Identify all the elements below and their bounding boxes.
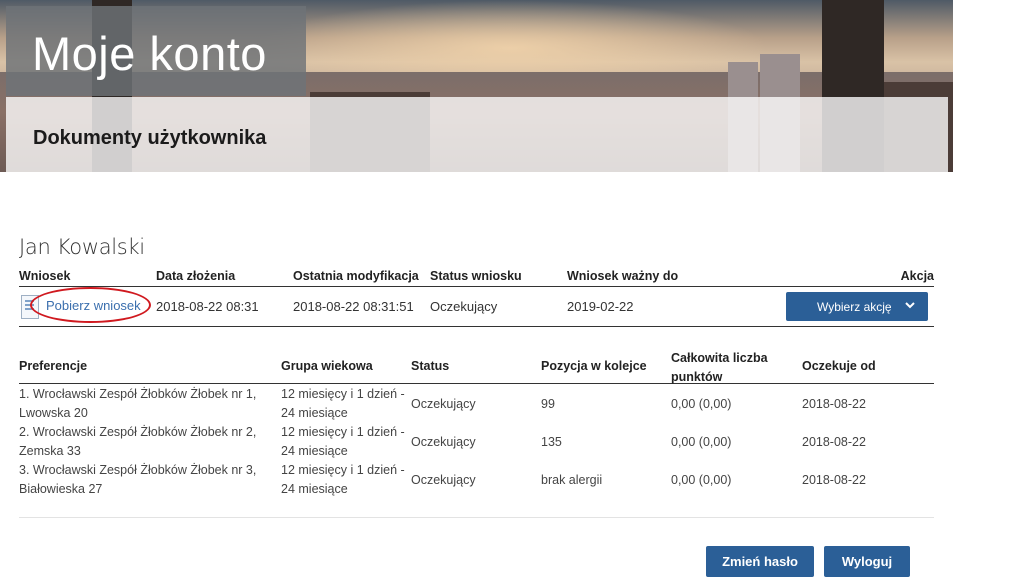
col-header-status: Status wniosku (430, 269, 522, 283)
banner-sky (250, 0, 770, 80)
age-group: 24 miesiące (281, 406, 348, 420)
table-row: 2. Wrocławski Zespół Żłobków Żłobek nr 2… (19, 423, 934, 461)
total-points: 0,00 (0,00) (671, 473, 732, 487)
queue-position: 99 (541, 397, 555, 411)
preference-status: Oczekujący (411, 435, 476, 449)
age-group: 24 miesiące (281, 482, 348, 496)
age-group: 12 miesięcy i 1 dzień - (281, 463, 405, 477)
page-title: Moje konto (32, 27, 267, 80)
col-header-modified: Ostatnia modyfikacja (293, 269, 419, 283)
submitted-date: 2018-08-22 08:31 (156, 299, 259, 314)
queue-position: 135 (541, 435, 562, 449)
col-header-status: Status (411, 359, 450, 373)
queue-position: brak alergii (541, 473, 603, 487)
col-header-valid-until: Wniosek ważny do (567, 269, 679, 283)
valid-until-date: 2019-02-22 (567, 299, 634, 314)
preference-name: 2. Wrocławski Zespół Żłobków Żłobek nr 2… (19, 425, 257, 439)
waiting-since: 2018-08-22 (802, 435, 866, 449)
chevron-down-icon (905, 302, 915, 309)
choose-action-button[interactable]: Wybierz akcję (786, 292, 928, 321)
age-group: 24 miesiące (281, 444, 348, 458)
preference-name: 3. Wrocławski Zespół Żłobków Żłobek nr 3… (19, 463, 257, 477)
waiting-since: 2018-08-22 (802, 473, 866, 487)
age-group: 12 miesięcy i 1 dzień - (281, 425, 405, 439)
table-row: 3. Wrocławski Zespół Żłobków Żłobek nr 3… (19, 461, 934, 499)
preference-address: Białowieska 27 (19, 482, 103, 496)
page-subtitle: Dokumenty użytkownika (33, 127, 267, 149)
preference-status: Oczekujący (411, 397, 476, 411)
modified-date: 2018-08-22 08:31:51 (293, 299, 414, 314)
logout-button[interactable]: Wyloguj (824, 546, 910, 577)
divider (19, 517, 934, 518)
col-header-application: Wniosek (19, 269, 71, 283)
table-row: Pobierz wniosek 2018-08-22 08:31 2018-08… (19, 287, 934, 327)
page-title-box: Moje konto (6, 6, 306, 96)
table-row: 1. Wrocławski Zespół Żłobków Żłobek nr 1… (19, 385, 934, 423)
col-header-action: Akcja (900, 269, 934, 283)
preferences-table-header: Preferencje Grupa wiekowa Status Pozycja… (19, 346, 934, 384)
col-header-submitted: Data złożenia (156, 269, 236, 283)
choose-action-label: Wybierz akcję (817, 300, 892, 314)
highlight-annotation (30, 287, 151, 323)
total-points: 0,00 (0,00) (671, 435, 732, 449)
col-header-total-points: Całkowita liczba punktów (671, 351, 768, 384)
preference-status: Oczekujący (411, 473, 476, 487)
user-name: Jan Kowalski (19, 235, 145, 259)
header-banner: Moje konto Dokumenty użytkownika (0, 0, 953, 172)
total-points: 0,00 (0,00) (671, 397, 732, 411)
application-status: Oczekujący (430, 299, 498, 314)
age-group: 12 miesięcy i 1 dzień - (281, 387, 405, 401)
col-header-preference: Preferencje (19, 359, 88, 373)
waiting-since: 2018-08-22 (802, 397, 866, 411)
page-subtitle-box: Dokumenty użytkownika (6, 97, 948, 172)
col-header-waiting-since: Oczekuje od (802, 359, 876, 373)
preference-address: Lwowska 20 (19, 406, 88, 420)
preference-name: 1. Wrocławski Zespół Żłobków Żłobek nr 1… (19, 387, 257, 401)
change-password-button[interactable]: Zmień hasło (706, 546, 814, 577)
col-header-age-group: Grupa wiekowa (281, 359, 373, 373)
preference-address: Zemska 33 (19, 444, 81, 458)
applications-table-header: Wniosek Data złożenia Ostatnia modyfikac… (19, 269, 934, 287)
col-header-queue-position: Pozycja w kolejce (541, 359, 647, 373)
